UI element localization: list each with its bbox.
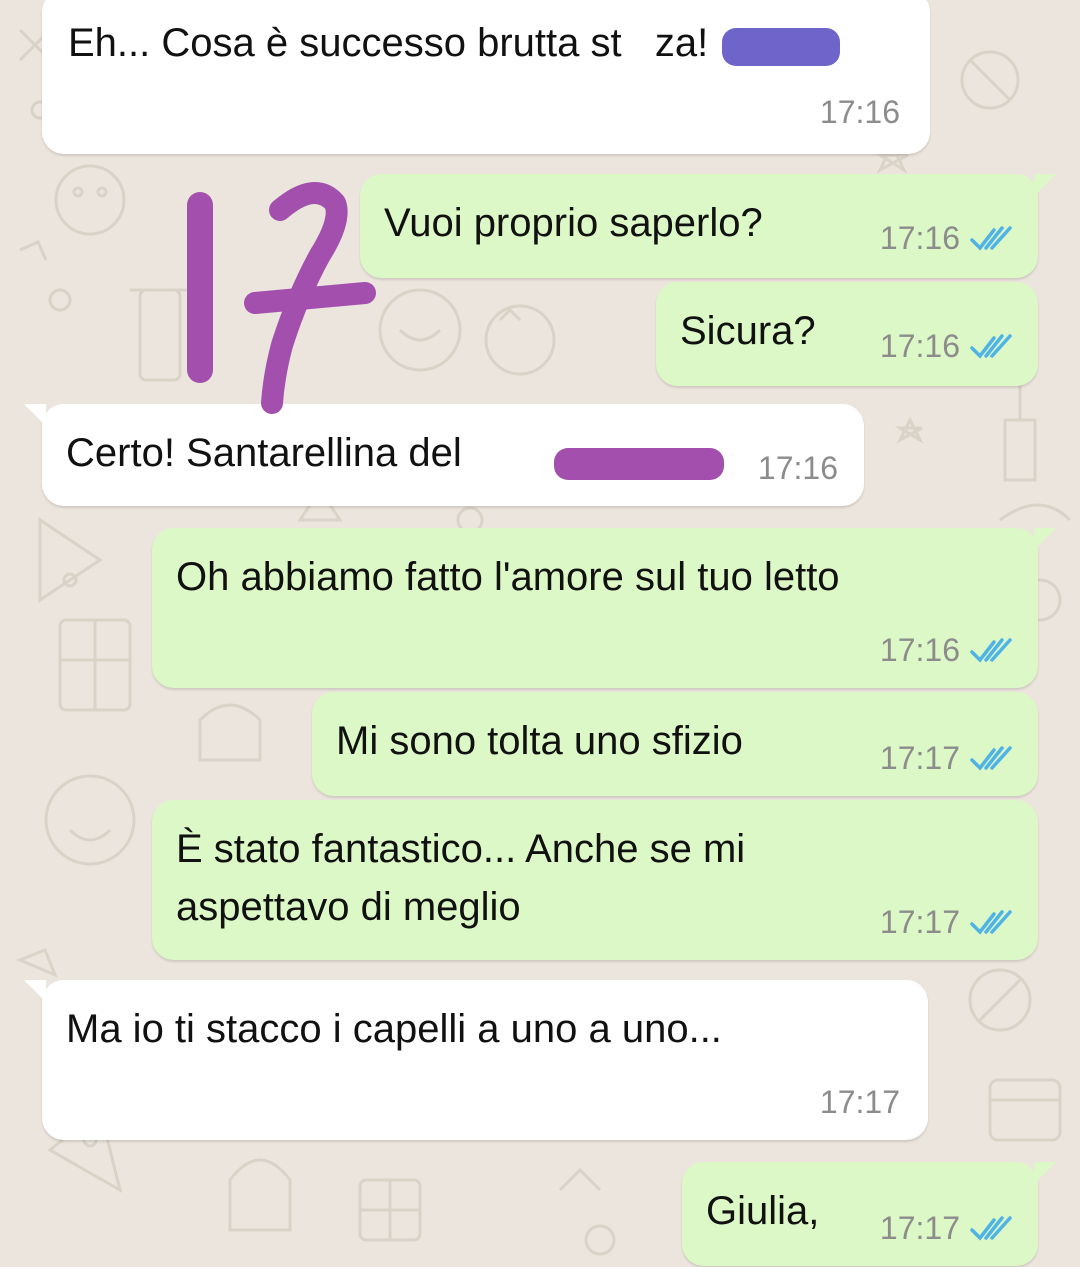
chat-screen: { "colors": { "incoming_bubble": "#fffff…	[0, 0, 1080, 1267]
message-text: Ma io ti stacco i capelli a uno a uno...	[66, 1007, 722, 1051]
message-meta: 17:16	[880, 632, 1014, 669]
message-bubble-outgoing[interactable]: È stato fantastico... Anche se mi aspett…	[152, 800, 1038, 960]
message-bubble-incoming[interactable]: Ma io ti stacco i capelli a uno a uno...…	[24, 980, 928, 1140]
handwritten-number-drawing	[187, 182, 376, 414]
message-text: Eh... Cosa è successo brutta st za!	[68, 21, 709, 65]
message-time: 17:16	[879, 220, 960, 256]
message-text: Vuoi proprio saperlo?	[384, 201, 763, 245]
message-text: Certo! Santarellina del	[66, 431, 462, 475]
message-time: 17:17	[819, 1084, 900, 1120]
read-receipt-icon	[970, 909, 1012, 935]
read-receipt-icon	[970, 225, 1012, 251]
message-text: Giulia,	[706, 1189, 820, 1233]
message-meta: 17:17	[880, 1210, 1014, 1247]
message-meta: 17:16	[820, 94, 900, 131]
message-meta: 17:17	[820, 1084, 900, 1121]
message-time: 17:16	[757, 450, 838, 486]
message-meta: 17:16	[758, 450, 838, 487]
message-bubble-incoming[interactable]: Certo! Santarellina del 17:16	[24, 404, 864, 506]
read-receipt-icon	[970, 333, 1012, 359]
redaction-mark	[722, 28, 840, 66]
message-meta: 17:17	[880, 740, 1014, 777]
read-receipt-icon	[970, 637, 1012, 663]
redaction-mark	[554, 448, 724, 480]
message-text: È stato fantastico... Anche se mi aspett…	[176, 827, 746, 929]
message-bubble-outgoing[interactable]: Mi sono tolta uno sfizio 17:17	[312, 692, 1038, 796]
message-time: 17:17	[879, 904, 960, 940]
message-time: 17:16	[819, 94, 900, 130]
message-text: Sicura?	[680, 309, 816, 353]
message-time: 17:17	[879, 740, 960, 776]
message-meta: 17:16	[880, 220, 1014, 257]
message-meta: 17:17	[880, 904, 1014, 941]
message-meta: 17:16	[880, 328, 1014, 365]
message-time: 17:16	[879, 328, 960, 364]
message-time: 17:16	[879, 632, 960, 668]
message-text: Oh abbiamo fatto l'amore sul tuo letto	[176, 555, 840, 599]
message-bubble-outgoing[interactable]: Giulia, 17:17	[682, 1162, 1056, 1266]
read-receipt-icon	[970, 1215, 1012, 1241]
message-text: Mi sono tolta uno sfizio	[336, 719, 743, 763]
message-list[interactable]: Eh... Cosa è successo brutta st za! 17:1…	[0, 0, 1080, 1267]
message-bubble-outgoing[interactable]: Sicura? 17:16	[656, 282, 1038, 386]
message-time: 17:17	[879, 1210, 960, 1246]
message-bubble-incoming[interactable]: Eh... Cosa è successo brutta st za! 17:1…	[42, 0, 930, 154]
message-bubble-outgoing[interactable]: Oh abbiamo fatto l'amore sul tuo letto 1…	[152, 528, 1056, 688]
read-receipt-icon	[970, 745, 1012, 771]
message-bubble-outgoing[interactable]: Vuoi proprio saperlo? 17:16	[360, 174, 1056, 278]
